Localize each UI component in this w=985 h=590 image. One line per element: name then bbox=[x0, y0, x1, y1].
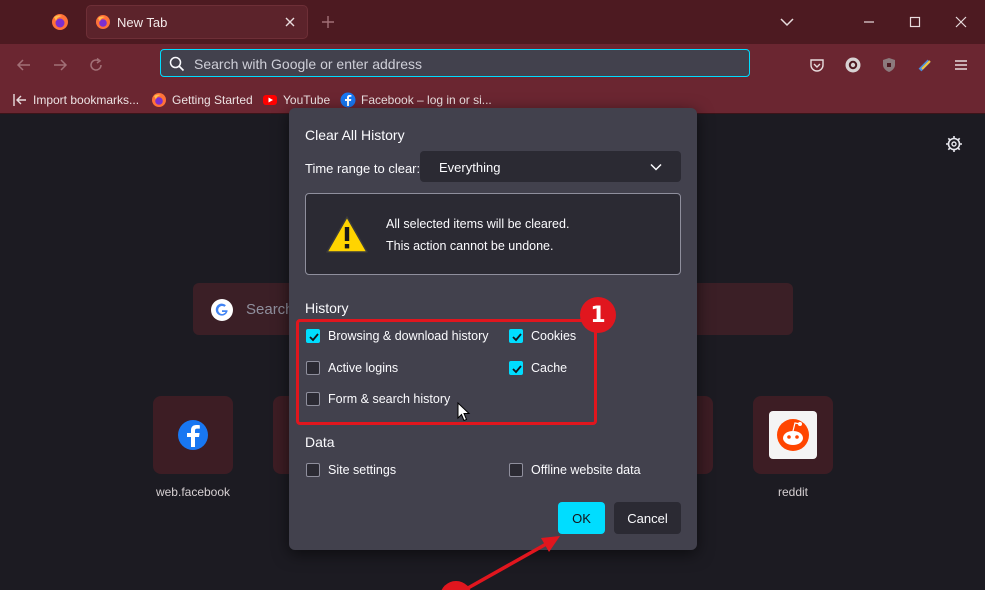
maximize-icon[interactable] bbox=[907, 14, 923, 30]
gear-icon[interactable] bbox=[945, 135, 963, 153]
bookmark-label: Facebook – log in or si... bbox=[361, 92, 492, 107]
tile-label: web.facebook bbox=[155, 485, 231, 499]
bookmark-facebook[interactable]: Facebook – log in or si... bbox=[340, 91, 492, 108]
new-tab-plus-icon[interactable] bbox=[320, 14, 336, 30]
bookmark-youtube[interactable]: YouTube bbox=[262, 91, 330, 108]
title-bar: New Tab bbox=[0, 0, 985, 44]
checkbox-label: Site settings bbox=[328, 463, 397, 477]
window-close-icon[interactable] bbox=[953, 14, 969, 30]
hamburger-menu-icon[interactable] bbox=[953, 57, 969, 73]
address-bar[interactable]: Search with Google or enter address bbox=[160, 49, 750, 77]
close-icon[interactable] bbox=[283, 15, 297, 29]
tab-title: New Tab bbox=[117, 15, 168, 30]
youtube-icon bbox=[262, 92, 278, 108]
address-placeholder: Search with Google or enter address bbox=[194, 56, 423, 72]
firefox-icon bbox=[151, 92, 167, 108]
account-avatar-icon[interactable] bbox=[845, 57, 861, 73]
checkbox-site-settings[interactable]: Site settings bbox=[306, 461, 396, 479]
reload-icon[interactable] bbox=[88, 57, 104, 73]
dialog-title: Clear All History bbox=[305, 127, 405, 143]
list-all-tabs-chevron-icon[interactable] bbox=[779, 14, 795, 30]
bookmark-getting-started[interactable]: Getting Started bbox=[151, 91, 253, 108]
warning-icon bbox=[325, 215, 369, 255]
mouse-pointer-icon bbox=[457, 402, 471, 422]
navigation-toolbar: Search with Google or enter address bbox=[0, 44, 985, 86]
bookmark-label: Import bookmarks... bbox=[33, 92, 140, 107]
google-logo-icon bbox=[210, 298, 234, 322]
import-icon bbox=[12, 92, 28, 108]
time-range-select[interactable]: Everything bbox=[420, 151, 681, 182]
forward-arrow-icon[interactable] bbox=[52, 57, 68, 73]
time-range-label: Time range to clear: bbox=[305, 161, 421, 176]
tab-new-tab[interactable]: New Tab bbox=[87, 6, 307, 38]
back-arrow-icon[interactable] bbox=[16, 57, 32, 73]
time-range-value: Everything bbox=[439, 160, 501, 175]
checkbox-unchecked[interactable] bbox=[509, 463, 523, 477]
search-icon bbox=[169, 56, 185, 72]
warning-line-1: All selected items will be cleared. bbox=[386, 217, 570, 231]
annotation-highlight-box bbox=[296, 319, 597, 425]
tile-label: reddit bbox=[777, 485, 809, 499]
bookmark-label: YouTube bbox=[283, 92, 331, 107]
facebook-icon bbox=[340, 92, 356, 108]
ok-button[interactable]: OK bbox=[558, 502, 605, 534]
warning-box: All selected items will be cleared. This… bbox=[305, 193, 681, 275]
annotation-badge-1: 1 bbox=[580, 297, 616, 333]
history-heading: History bbox=[305, 300, 349, 316]
checkbox-unchecked[interactable] bbox=[306, 463, 320, 477]
cancel-button[interactable]: Cancel bbox=[614, 502, 681, 534]
warning-line-2: This action cannot be undone. bbox=[386, 239, 554, 253]
checkbox-label: Offline website data bbox=[531, 463, 641, 477]
chevron-down-icon bbox=[649, 160, 663, 174]
checkbox-offline-website-data[interactable]: Offline website data bbox=[509, 461, 641, 479]
pocket-icon[interactable] bbox=[809, 57, 825, 73]
extension-icon[interactable] bbox=[917, 57, 933, 73]
firefox-view-icon[interactable] bbox=[50, 12, 70, 32]
shortcut-tile-facebook[interactable] bbox=[153, 396, 233, 474]
bookmark-label: Getting Started bbox=[172, 92, 253, 107]
bookmark-import[interactable]: Import bookmarks... bbox=[12, 91, 139, 108]
facebook-icon bbox=[177, 419, 209, 451]
shortcut-tile-reddit[interactable] bbox=[753, 396, 833, 474]
web-search-placeholder: Search bbox=[246, 301, 294, 318]
data-heading: Data bbox=[305, 434, 335, 450]
minimize-icon[interactable] bbox=[861, 14, 877, 30]
shield-icon[interactable] bbox=[881, 57, 897, 73]
reddit-icon bbox=[769, 411, 817, 459]
firefox-icon bbox=[95, 14, 111, 30]
